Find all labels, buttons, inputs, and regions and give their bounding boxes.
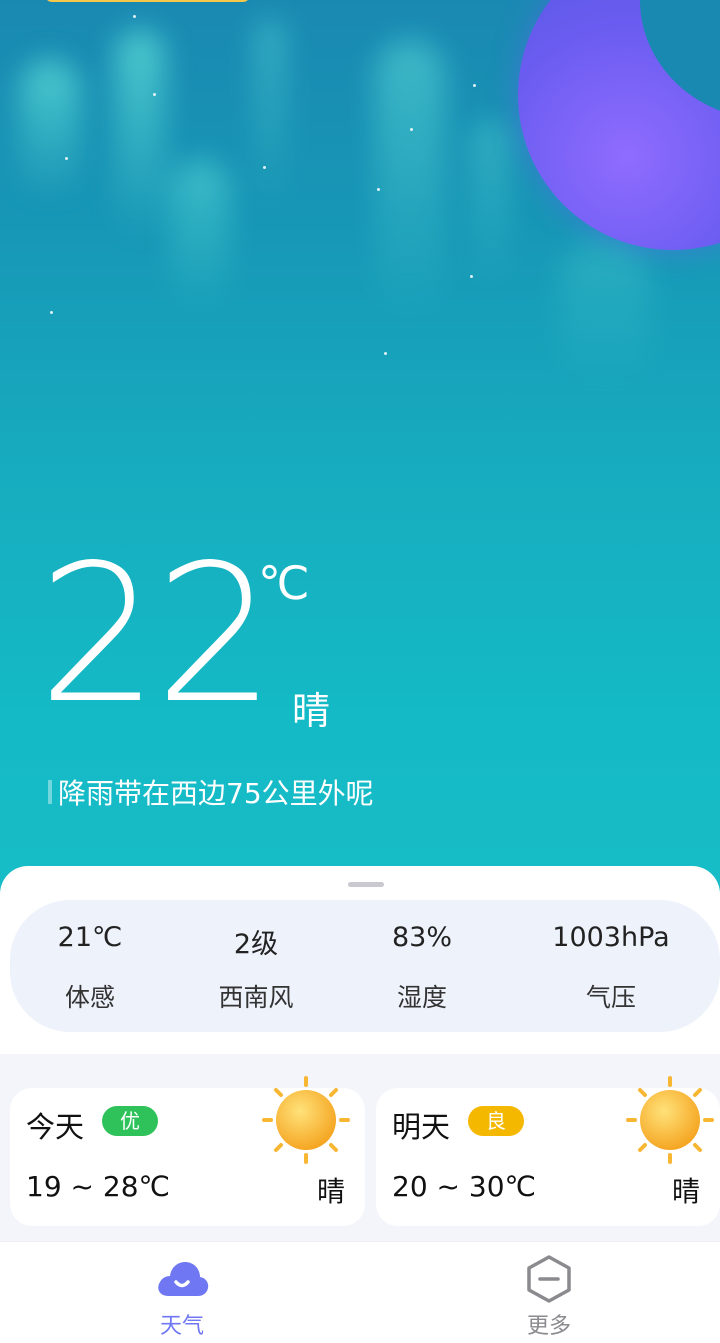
star xyxy=(384,352,387,355)
aqi-badge: 良 xyxy=(468,1106,524,1136)
aurora-streak xyxy=(20,60,80,200)
stats-panel: 21℃ 体感 2级 西南风 83% 湿度 1003hPa 气压 xyxy=(10,900,720,1032)
star xyxy=(377,188,380,191)
star xyxy=(133,15,136,18)
sheet-drag-handle[interactable] xyxy=(348,882,384,887)
forecast-condition: 晴 xyxy=(671,1175,700,1208)
star xyxy=(65,157,68,160)
forecast-range: 19 ~ 28℃ xyxy=(26,1170,170,1203)
bottom-tab-bar: 天气 更多 xyxy=(0,1241,720,1343)
star xyxy=(153,93,156,96)
stat-label: 气压 xyxy=(585,983,636,1012)
cloud-smile-icon xyxy=(158,1262,209,1296)
forecast-card-today[interactable]: 今天 优 19 ~ 28℃ 晴 xyxy=(10,1076,365,1226)
aurora-streak xyxy=(255,20,285,210)
aurora-streak xyxy=(170,160,230,310)
stat-value: 1003hPa xyxy=(552,922,670,953)
star xyxy=(410,128,413,131)
aurora-streak xyxy=(560,240,650,390)
stat-label: 湿度 xyxy=(396,983,447,1012)
aurora-streak xyxy=(375,40,445,320)
aqi-badge: 优 xyxy=(102,1106,158,1136)
aurora-streak xyxy=(115,30,165,240)
forecast-card-tomorrow[interactable]: 明天 良 20 ~ 30℃ 晴 xyxy=(376,1076,720,1226)
top-banner-edge xyxy=(45,0,250,2)
star xyxy=(50,311,53,314)
forecast-range: 20 ~ 30℃ xyxy=(392,1170,536,1203)
tab-label: 天气 xyxy=(159,1314,204,1339)
tab-weather[interactable]: 天气 xyxy=(122,1254,242,1340)
temperature-unit: ℃ xyxy=(258,556,310,610)
notice-marker xyxy=(48,780,52,804)
rain-notice[interactable]: 降雨带在西边75公里外呢 xyxy=(58,772,374,812)
hexagon-minus-icon xyxy=(527,1255,571,1303)
sun-icon xyxy=(626,1076,714,1164)
sun-icon xyxy=(262,1076,350,1164)
forecast-day: 明天 xyxy=(392,1110,451,1144)
forecast-day: 今天 xyxy=(26,1110,85,1144)
aurora-streak xyxy=(470,120,510,290)
details-sheet: 21℃ 体感 2级 西南风 83% 湿度 1003hPa 气压 xyxy=(0,866,720,1054)
tab-label: 更多 xyxy=(526,1314,571,1339)
current-temperature: 22 xyxy=(38,524,276,745)
star xyxy=(473,84,476,87)
star xyxy=(470,275,473,278)
current-condition: 晴 xyxy=(292,689,331,733)
stat-value: 83% xyxy=(391,922,452,953)
forecast-condition: 晴 xyxy=(316,1175,345,1208)
weather-hero: 22 ℃ 晴 降雨带在西边75公里外呢 xyxy=(0,0,720,900)
star xyxy=(263,166,266,169)
tab-more[interactable]: 更多 xyxy=(489,1254,609,1340)
